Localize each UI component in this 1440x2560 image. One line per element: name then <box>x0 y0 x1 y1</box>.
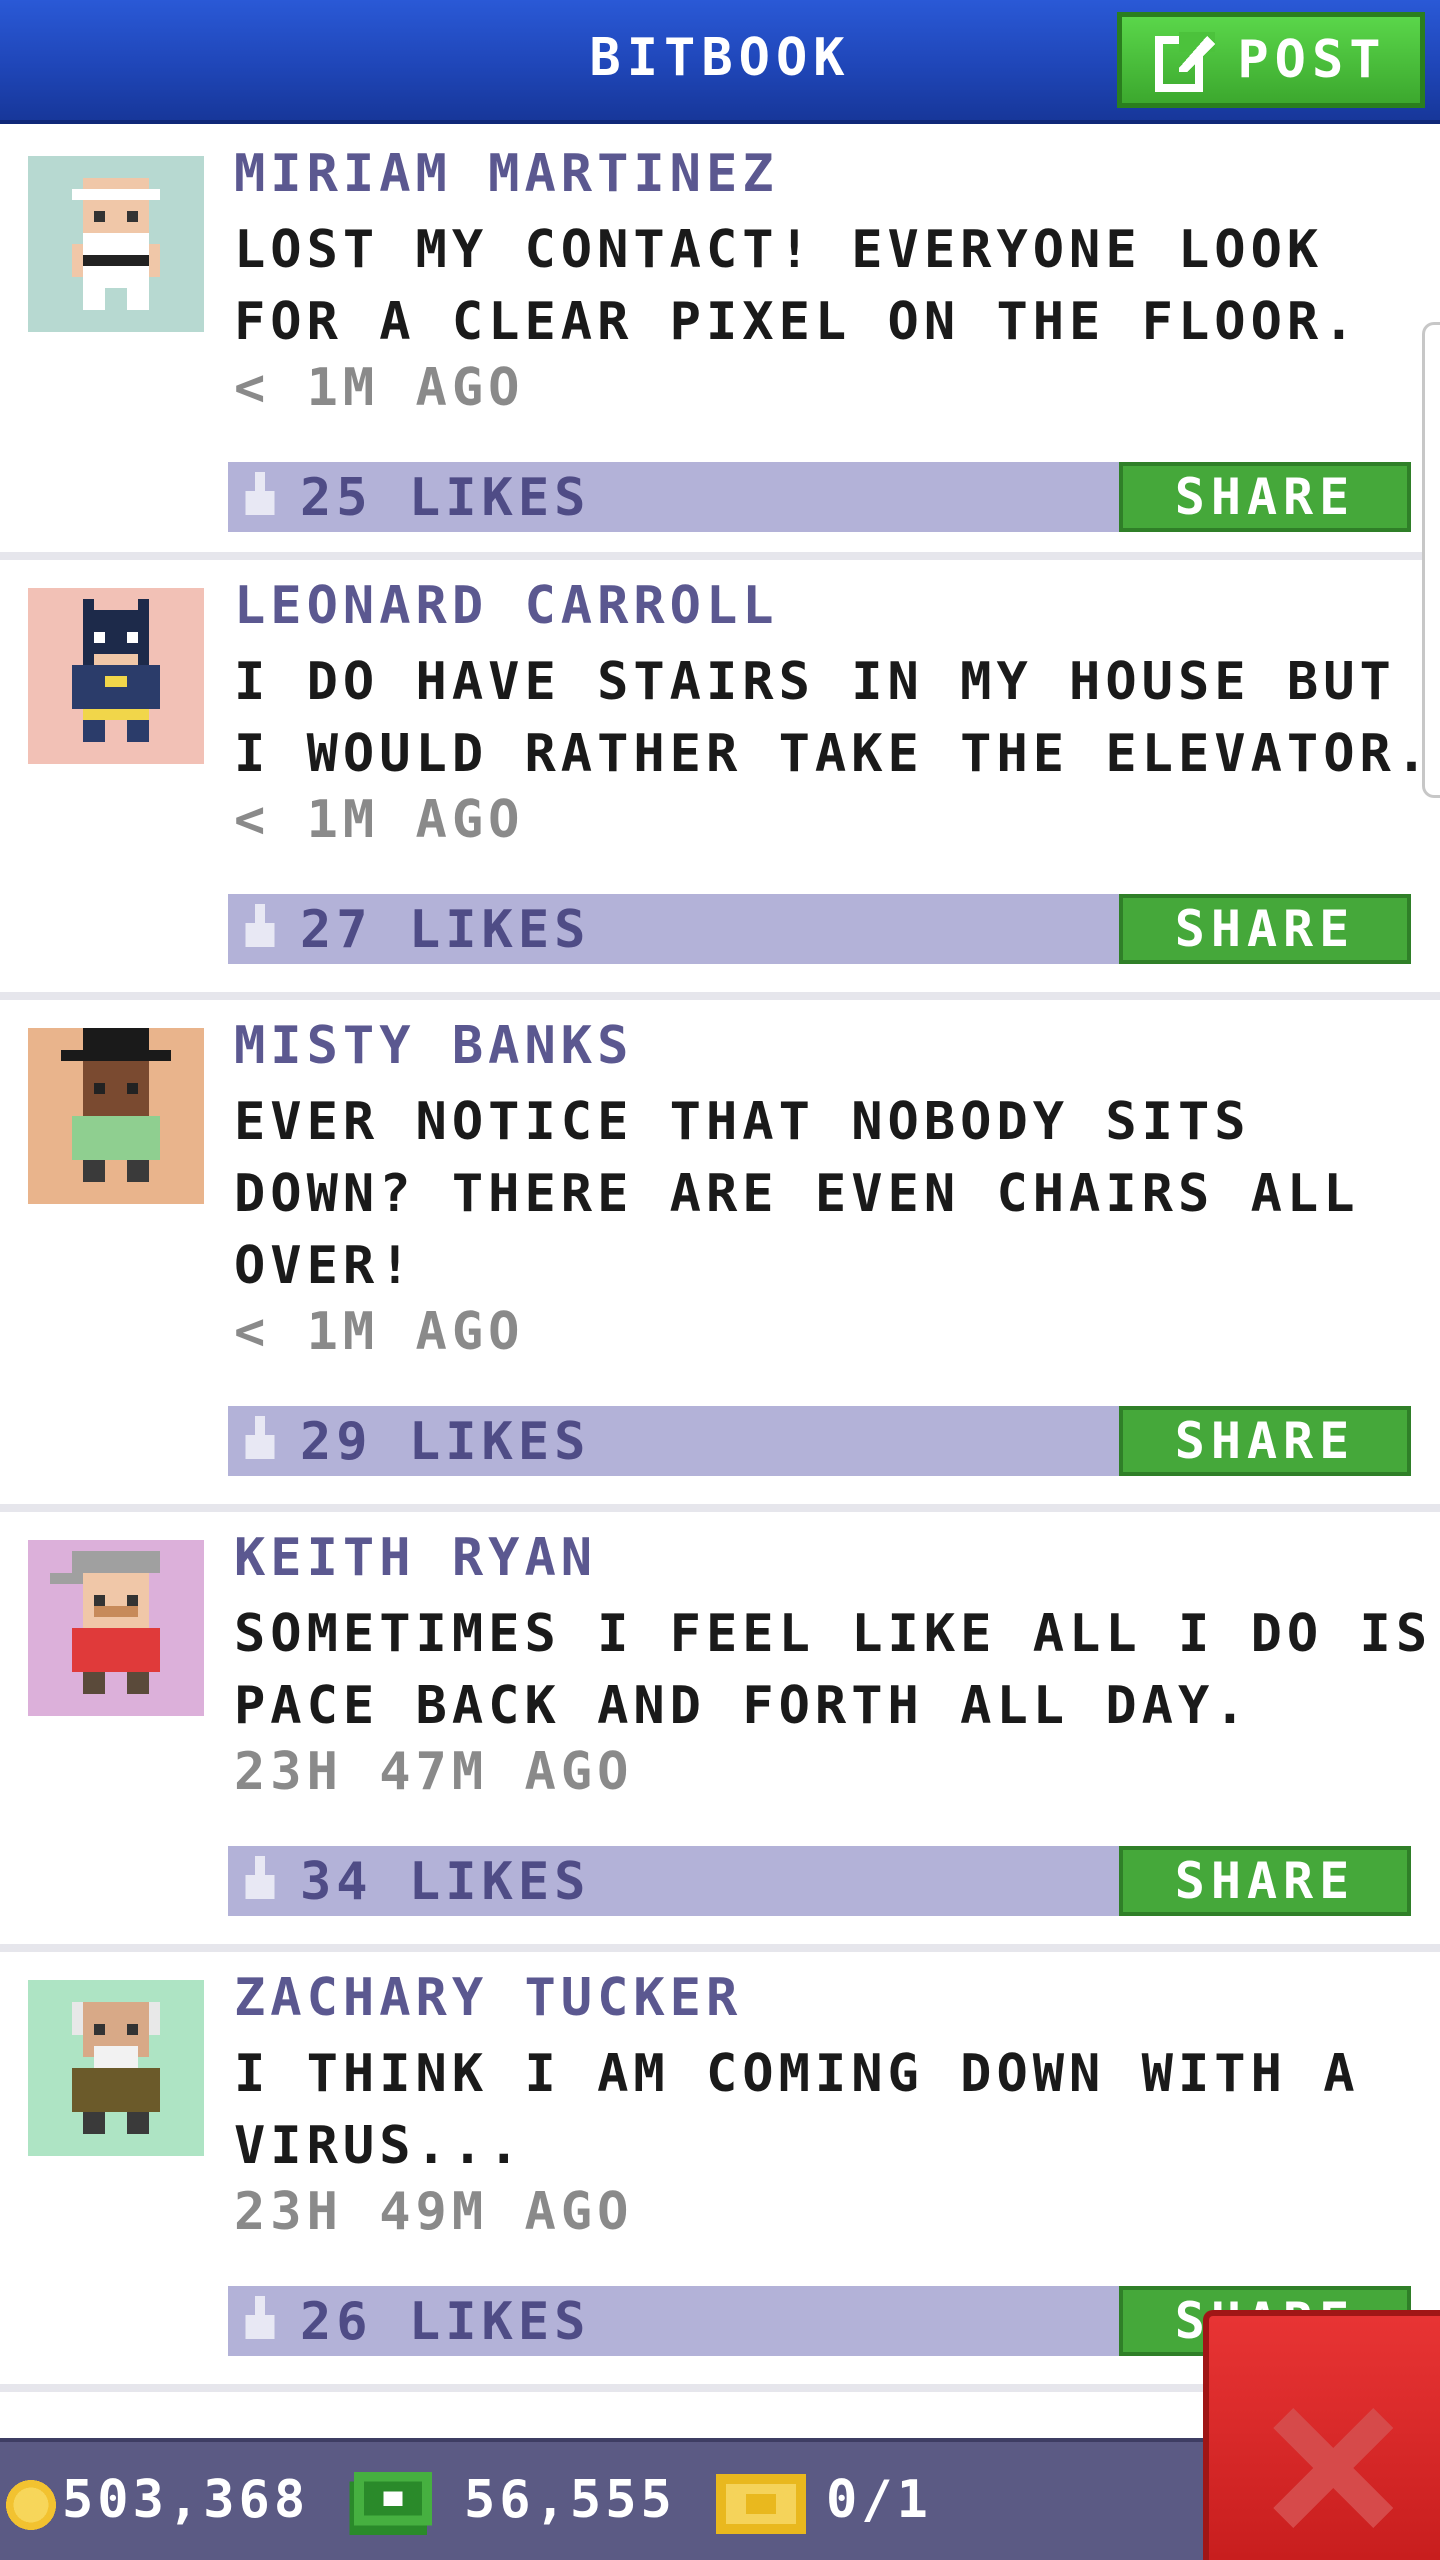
like-count: 29 LIKES <box>300 1412 591 1472</box>
like-count: 25 LIKES <box>300 468 591 528</box>
post-author: MIRIAM MARTINEZ <box>234 144 779 204</box>
coin-icon <box>6 2480 56 2530</box>
post-time: 23H 47M AGO <box>234 1742 634 1802</box>
share-button[interactable]: SHARE <box>1119 462 1411 532</box>
avatar[interactable] <box>28 1980 204 2156</box>
feed-list: MIRIAM MARTINEZ LOST MY CONTACT! EVERYON… <box>0 128 1440 2392</box>
bat-hero-character-icon <box>28 588 204 764</box>
thumbs-up-icon[interactable] <box>240 2296 280 2344</box>
post-message: I THINK I AM COMING DOWN WITH A VIRUS... <box>234 2044 1360 2176</box>
avatar[interactable] <box>28 588 204 764</box>
post-time: 23H 49M AGO <box>234 2182 634 2242</box>
post-message: SOMETIMES I FEEL LIKE ALL I DO IS PACE B… <box>234 1604 1433 1736</box>
like-count: 27 LIKES <box>300 900 591 960</box>
avatar[interactable] <box>28 156 204 332</box>
like-count: 26 LIKES <box>300 2292 591 2352</box>
share-button[interactable]: SHARE <box>1119 1846 1411 1916</box>
compose-icon <box>1155 32 1216 92</box>
thumbs-up-icon[interactable] <box>240 1856 280 1904</box>
feed-post: KEITH RYAN SOMETIMES I FEEL LIKE ALL I D… <box>0 1512 1440 1952</box>
feed-post: LEONARD CARROLL I DO HAVE STAIRS IN MY H… <box>0 560 1440 1000</box>
karate-character-icon <box>28 156 204 332</box>
ticket-icon <box>716 2474 806 2534</box>
like-bar: 25 LIKES SHARE <box>228 462 1411 532</box>
feed-post: MIRIAM MARTINEZ LOST MY CONTACT! EVERYON… <box>0 128 1440 560</box>
bux-count: 56,555 <box>464 2470 676 2530</box>
share-button[interactable]: SHARE <box>1119 1406 1411 1476</box>
close-icon <box>1273 2408 1393 2528</box>
scroll-indicator[interactable] <box>1422 322 1440 798</box>
top-hat-character-icon <box>28 1028 204 1204</box>
like-bar: 34 LIKES SHARE <box>228 1846 1411 1916</box>
post-time: < 1M AGO <box>234 790 525 850</box>
thumbs-up-icon[interactable] <box>240 904 280 952</box>
cap-character-icon <box>28 1540 204 1716</box>
feed-post: MISTY BANKS EVER NOTICE THAT NOBODY SITS… <box>0 1000 1440 1512</box>
post-author: MISTY BANKS <box>234 1016 634 1076</box>
like-count: 34 LIKES <box>300 1852 591 1912</box>
post-message: LOST MY CONTACT! EVERYONE LOOK FOR A CLE… <box>234 220 1360 352</box>
post-author: KEITH RYAN <box>234 1528 598 1588</box>
close-button[interactable] <box>1203 2310 1440 2560</box>
post-button[interactable]: POST <box>1117 12 1425 108</box>
app-header: BITBOOK POST <box>0 0 1440 124</box>
post-time: < 1M AGO <box>234 1302 525 1362</box>
ticket-count: 0/1 <box>826 2470 932 2530</box>
post-message: I DO HAVE STAIRS IN MY HOUSE BUT I WOULD… <box>234 652 1433 784</box>
avatar[interactable] <box>28 1028 204 1204</box>
post-message: EVER NOTICE THAT NOBODY SITS DOWN? THERE… <box>234 1092 1360 1296</box>
like-bar: 27 LIKES SHARE <box>228 894 1411 964</box>
avatar[interactable] <box>28 1540 204 1716</box>
post-author: ZACHARY TUCKER <box>234 1968 743 2028</box>
post-time: < 1M AGO <box>234 358 525 418</box>
bux-icon <box>349 2472 432 2536</box>
post-button-label: POST <box>1237 30 1387 90</box>
share-button[interactable]: SHARE <box>1119 894 1411 964</box>
thumbs-up-icon[interactable] <box>240 1416 280 1464</box>
like-bar: 29 LIKES SHARE <box>228 1406 1411 1476</box>
coin-count: 503,368 <box>62 2470 310 2530</box>
thumbs-up-icon[interactable] <box>240 472 280 520</box>
old-man-character-icon <box>28 1980 204 2156</box>
post-author: LEONARD CARROLL <box>234 576 779 636</box>
